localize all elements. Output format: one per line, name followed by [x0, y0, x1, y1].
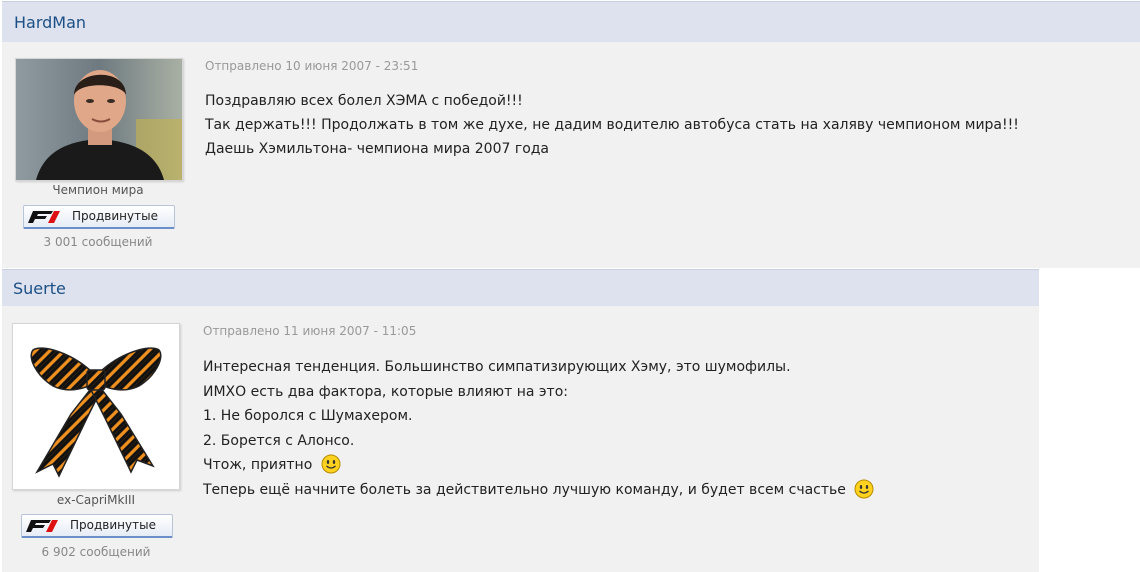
- post-line-with-smiley: Чтож, приятно: [203, 453, 874, 478]
- group-label: Продвинутые: [70, 518, 156, 532]
- post-line-with-smiley: Теперь ещё начните болеть за действитель…: [203, 478, 874, 503]
- avatar[interactable]: [12, 323, 180, 490]
- avatar[interactable]: [15, 58, 183, 181]
- post-line: Даешь Хэмильтона- чемпиона мира 2007 год…: [205, 141, 550, 157]
- f1-logo-icon: [28, 211, 60, 223]
- post-line: Так держать!!! Продолжать в том же духе,…: [205, 117, 1019, 133]
- group-badge[interactable]: Продвинутые: [23, 205, 175, 229]
- post-suerte: Suerte ex-CapriMkIII Продвинутые 6 902 с…: [2, 269, 1039, 572]
- post-count: 6 902 сообщений: [41, 545, 151, 559]
- group-label: Продвинутые: [72, 209, 158, 223]
- avatar-photo: [16, 59, 182, 180]
- f1-logo-icon: [26, 520, 58, 532]
- post-line: ИМХО есть два фактора, которые влияют на…: [203, 383, 568, 400]
- post-date: Отправлено 10 июня 2007 - 23:51: [205, 59, 419, 73]
- user-title: ex-CapriMkIII: [56, 493, 136, 507]
- author-link[interactable]: HardMan: [14, 13, 86, 32]
- post-body: Интересная тенденция. Большинство симпат…: [203, 355, 874, 502]
- post-line: 2. Борется с Алонсо.: [203, 432, 355, 449]
- smiley-icon: [321, 454, 341, 474]
- post-count: 3 001 сообщений: [43, 235, 153, 249]
- author-link[interactable]: Suerte: [13, 279, 66, 298]
- group-badge[interactable]: Продвинутые: [21, 514, 173, 538]
- ribbon-avatar: [30, 347, 162, 478]
- post-date: Отправлено 11 июня 2007 - 11:05: [203, 324, 417, 338]
- post-header: HardMan: [2, 1, 1140, 42]
- smiley-icon: [854, 479, 874, 498]
- post-line: Поздравляю всех болел ХЭМА с победой!!!: [205, 93, 523, 109]
- post-hardman: HardMan Чемпион мира Продвинутые 3 001 с…: [2, 1, 1140, 268]
- post-body: Поздравляю всех болел ХЭМА с победой!!! …: [205, 89, 1019, 161]
- post-line-text: Теперь ещё начните болеть за действитель…: [203, 481, 846, 498]
- post-line: Интересная тенденция. Большинство симпат…: [203, 359, 791, 375]
- user-title: Чемпион мира: [52, 183, 144, 197]
- post-line: 1. Не боролся с Шумахером.: [203, 408, 413, 424]
- post-header: Suerte: [2, 269, 1039, 306]
- post-line-text: Чтож, приятно: [203, 457, 313, 473]
